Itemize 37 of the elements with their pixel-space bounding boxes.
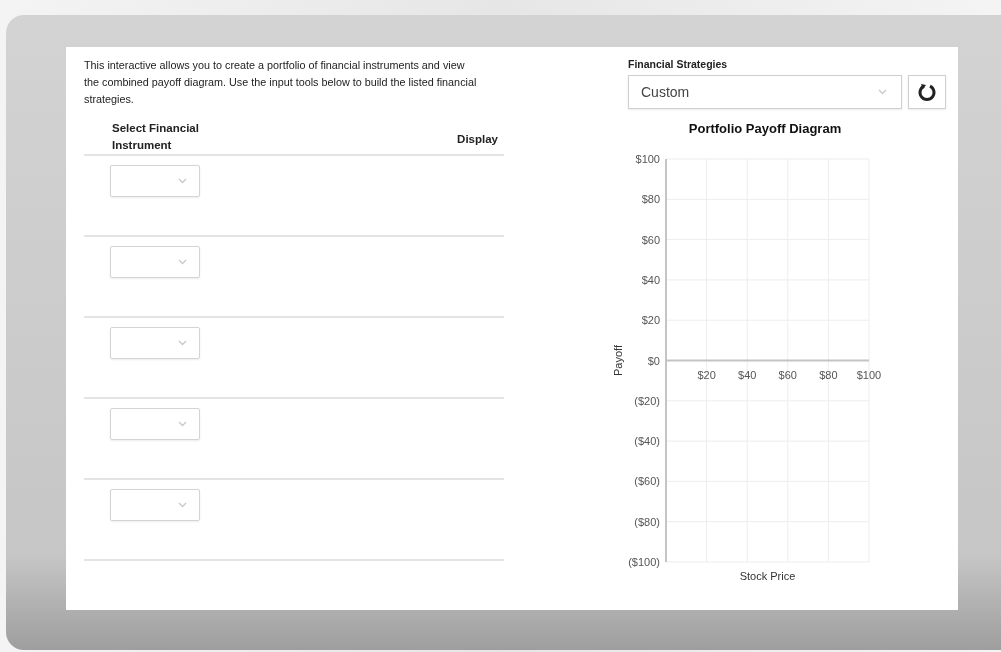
column-header: Select Financial Instrument: [112, 121, 200, 153]
instrument-dropdown[interactable]: [110, 246, 200, 278]
y-tick-label: ($60): [634, 475, 660, 488]
y-tick-label: ($40): [634, 435, 660, 448]
chart-title: Portfolio Payoff Diagram: [687, 121, 843, 136]
chevron-icon: [178, 259, 187, 265]
x-tick-label: $60: [778, 368, 797, 381]
chevron-icon: [878, 89, 887, 95]
column-header: Display: [457, 132, 498, 147]
x-axis-label: Stock Price: [739, 570, 796, 582]
y-tick-label: $0: [647, 354, 660, 367]
y-tick-label: $80: [641, 193, 660, 206]
x-tick-label: $100: [856, 368, 882, 381]
reset-icon: [917, 82, 937, 102]
chevron-icon: [178, 178, 187, 184]
y-tick-label: $20: [641, 314, 660, 327]
chevron-icon: [178, 421, 187, 427]
instrument-dropdown[interactable]: [110, 408, 200, 440]
reset-button[interactable]: [908, 75, 946, 109]
x-tick-label: $40: [738, 368, 757, 381]
instrument-dropdown[interactable]: [110, 165, 200, 197]
y-axis-label: Payoff: [612, 345, 624, 376]
strategy-label: Financial Strategies: [628, 58, 729, 70]
intro-text: This interactive allows you to create a portfolio of financial instruments and view the combined payoff diagram. Use the input tools below to build the listed financial strategies.: [84, 58, 478, 107]
y-tick-label: $40: [641, 273, 660, 286]
instrument-dropdown[interactable]: [110, 489, 200, 521]
instrument-dropdown[interactable]: [110, 327, 200, 359]
y-tick-label: ($80): [634, 515, 660, 528]
y-tick-label: ($20): [634, 394, 660, 407]
chevron-icon: [178, 502, 187, 508]
y-tick-label: ($100): [628, 556, 660, 568]
x-tick-label: $80: [819, 368, 838, 381]
strategy-dropdown[interactable]: Custom: [628, 75, 902, 109]
y-tick-label: $60: [641, 233, 660, 246]
y-tick-label: $100: [635, 153, 660, 165]
chevron-icon: [178, 340, 187, 346]
x-tick-label: $20: [697, 368, 716, 381]
